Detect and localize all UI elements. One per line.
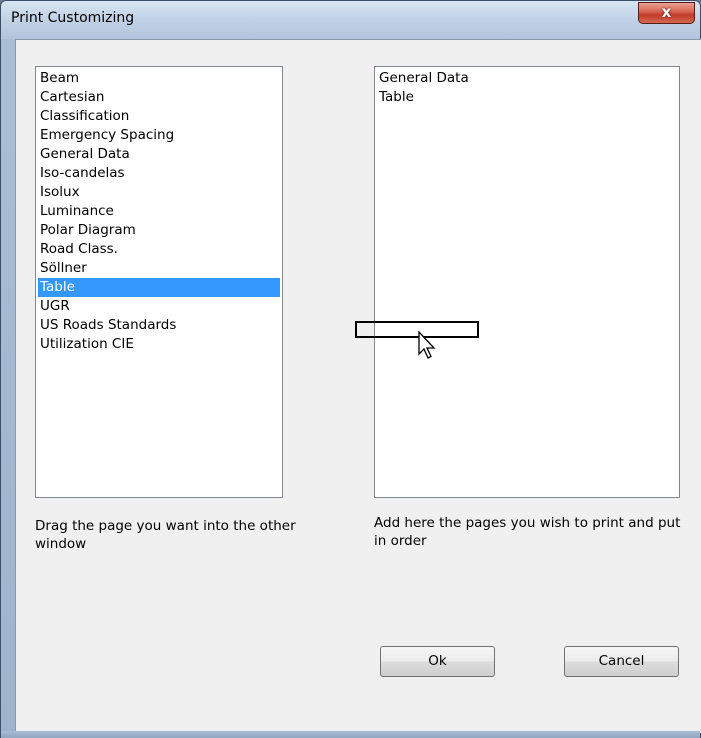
available-pages-items: Beam Cartesian Classification Emergency Spa… xyxy=(38,69,280,354)
available-page-item[interactable]: Iso-candelas xyxy=(38,164,280,183)
close-button[interactable]: x xyxy=(638,2,695,24)
available-page-item[interactable]: Cartesian xyxy=(38,88,280,107)
available-page-item[interactable]: Polar Diagram xyxy=(38,221,280,240)
print-pages-items: General Data Table xyxy=(377,69,677,107)
available-page-item[interactable]: Isolux xyxy=(38,183,280,202)
available-page-item[interactable]: Luminance xyxy=(38,202,280,221)
available-page-item[interactable]: US Roads Standards xyxy=(38,316,280,335)
dialog-client-area: Beam Cartesian Classification Emergency Spa… xyxy=(15,39,701,733)
available-page-item[interactable]: Utilization CIE xyxy=(38,335,280,354)
available-pages-hint: Drag the page you want into the other wi… xyxy=(35,518,296,552)
print-pages-list[interactable]: General Data Table xyxy=(374,66,680,498)
available-page-item[interactable]: Söllner xyxy=(38,259,280,278)
mouse-pointer-icon xyxy=(418,331,436,359)
available-page-item[interactable]: Emergency Spacing xyxy=(38,126,280,145)
window-title: Print Customizing xyxy=(11,10,135,26)
available-page-item[interactable]: Road Class. xyxy=(38,240,280,259)
available-page-item[interactable]: General Data xyxy=(38,145,280,164)
ok-button[interactable]: Ok xyxy=(380,646,495,677)
available-page-item[interactable]: Table xyxy=(38,278,280,297)
print-pages-hint: Add here the pages you wish to print and… xyxy=(374,515,681,549)
print-page-item[interactable]: General Data xyxy=(377,69,677,88)
available-pages-list[interactable]: Beam Cartesian Classification Emergency Spa… xyxy=(35,66,283,498)
cancel-button[interactable]: Cancel xyxy=(564,646,679,677)
close-icon: x xyxy=(661,3,672,21)
available-page-item[interactable]: Classification xyxy=(38,107,280,126)
window-bottom-border xyxy=(1,731,700,738)
available-page-item[interactable]: Beam xyxy=(38,69,280,88)
print-customizing-window: Print Customizing x Beam Cartesian Classif… xyxy=(0,0,701,738)
title-bar[interactable]: Print Customizing x xyxy=(1,1,700,39)
print-page-item[interactable]: Table xyxy=(377,88,677,107)
available-page-item[interactable]: UGR xyxy=(38,297,280,316)
